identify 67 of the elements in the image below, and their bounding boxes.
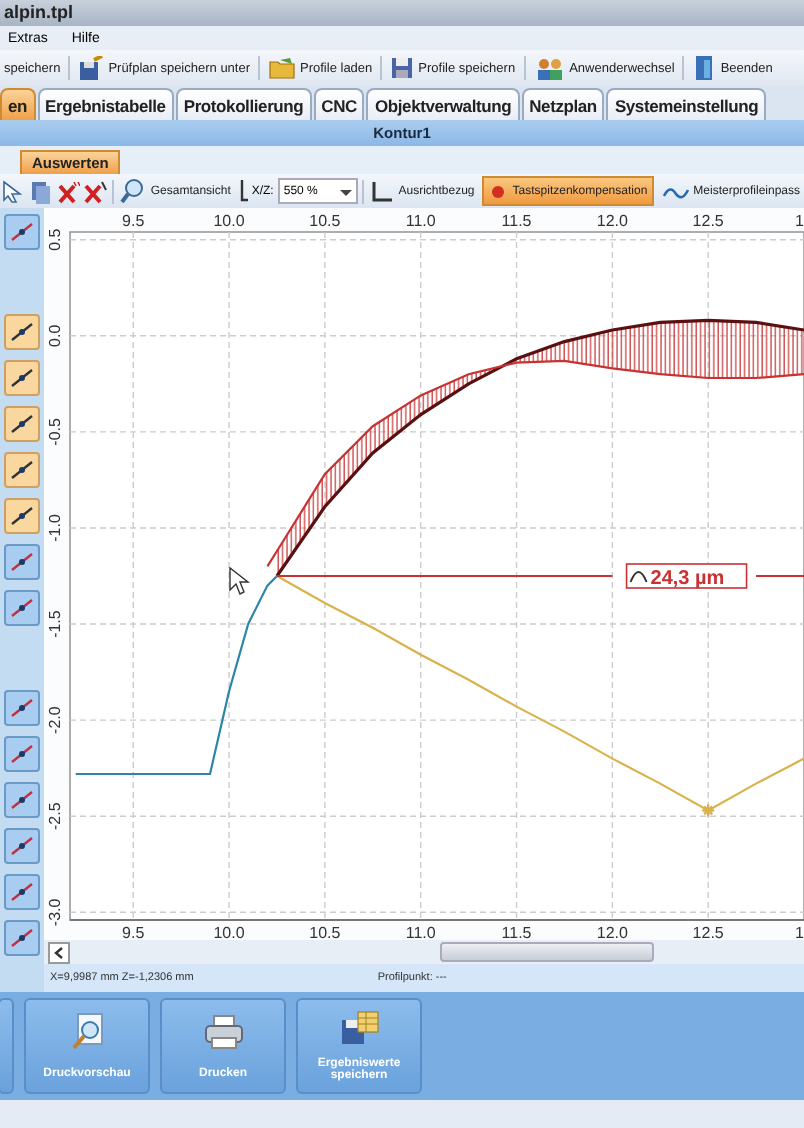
axis-tick-label: 9.5 xyxy=(122,212,145,230)
tool-icon[interactable] xyxy=(4,544,40,580)
tool-icon[interactable] xyxy=(4,360,40,396)
printer-icon xyxy=(203,1013,243,1049)
tab[interactable]: Netzplan xyxy=(521,88,605,120)
axis-tick-label: 12.5 xyxy=(692,212,724,230)
delete-icon[interactable] xyxy=(56,178,80,204)
tab[interactable]: Protokollierung xyxy=(175,88,312,120)
scrollbar-thumb[interactable] xyxy=(440,942,654,962)
tab[interactable]: Objektverwaltung xyxy=(366,88,520,120)
tool-icon[interactable] xyxy=(4,314,40,350)
axis-tick-label: 1 xyxy=(795,924,804,940)
arc-icon xyxy=(629,571,648,583)
magnifier-icon xyxy=(120,178,147,204)
axis-tick-label: 12.0 xyxy=(596,212,628,230)
axis-tick-label: -0.5 xyxy=(46,418,64,446)
disk-table-icon xyxy=(339,1010,379,1046)
tool-icon[interactable] xyxy=(4,828,40,864)
tool-icon[interactable] xyxy=(4,782,40,818)
axis-tick-label: 0.5 xyxy=(46,228,64,251)
tab[interactable]: en xyxy=(0,88,36,120)
axis-tick-label: -3.0 xyxy=(46,898,64,927)
arrow-left-icon xyxy=(50,943,68,961)
users-icon xyxy=(533,56,566,80)
document-magnifier-icon xyxy=(69,1012,105,1052)
measurement-value: 24,3 µm xyxy=(650,568,725,590)
tab[interactable]: CNC xyxy=(313,88,365,120)
axis-tick-label: 11.5 xyxy=(501,212,532,230)
axis-tick-label: 12.0 xyxy=(596,924,628,940)
copy-icon[interactable] xyxy=(28,178,52,204)
axis-tick-label: 11.0 xyxy=(405,212,436,230)
axis-tick-label: 9.5 xyxy=(122,924,145,940)
axes-icon xyxy=(370,179,395,203)
axis-tick-label: 12.5 xyxy=(692,924,724,940)
axis-tick-label: -2.5 xyxy=(46,802,64,830)
pointer-icon[interactable] xyxy=(0,178,24,204)
folder-icon xyxy=(268,56,297,80)
tool-icon[interactable] xyxy=(4,736,40,772)
axis-tick-label: 1 xyxy=(795,212,804,230)
probe-tip-icon xyxy=(488,181,509,201)
axis-tick-label: -1.0 xyxy=(46,514,64,542)
tab[interactable]: Systemeinstellung xyxy=(606,88,767,120)
tool-icon[interactable] xyxy=(4,920,40,956)
axis-tick-label: 10.5 xyxy=(309,924,341,940)
scroll-left-button[interactable] xyxy=(48,941,70,963)
mouse-pointer-icon xyxy=(229,566,251,595)
axis-tick-label: 10.0 xyxy=(213,212,245,230)
axis-tick-label: 11.5 xyxy=(501,924,532,940)
axes-icon xyxy=(238,178,248,204)
tool-icon[interactable] xyxy=(4,874,40,910)
window-title: alpin.tpl xyxy=(4,2,73,22)
tool-icon[interactable] xyxy=(4,590,40,626)
tool-icon[interactable] xyxy=(4,690,40,726)
tool-icon[interactable] xyxy=(4,498,40,534)
tool-icon[interactable] xyxy=(4,452,40,488)
center-point-marker xyxy=(700,803,716,818)
tab[interactable]: Ergebnistabelle xyxy=(37,88,174,120)
door-icon xyxy=(692,56,717,80)
tool-icon[interactable] xyxy=(4,406,40,442)
delete-all-icon[interactable] xyxy=(84,178,108,204)
tool-icon[interactable] xyxy=(4,214,40,250)
axis-tick-label: 11.0 xyxy=(405,924,436,940)
axis-tick-label: 0.0 xyxy=(46,324,64,347)
axis-tick-label: -1.5 xyxy=(46,610,64,638)
axis-tick-label: 10.0 xyxy=(213,924,245,940)
axis-tick-label: 10.5 xyxy=(309,212,341,230)
axis-tick-label: -2.0 xyxy=(46,706,64,734)
